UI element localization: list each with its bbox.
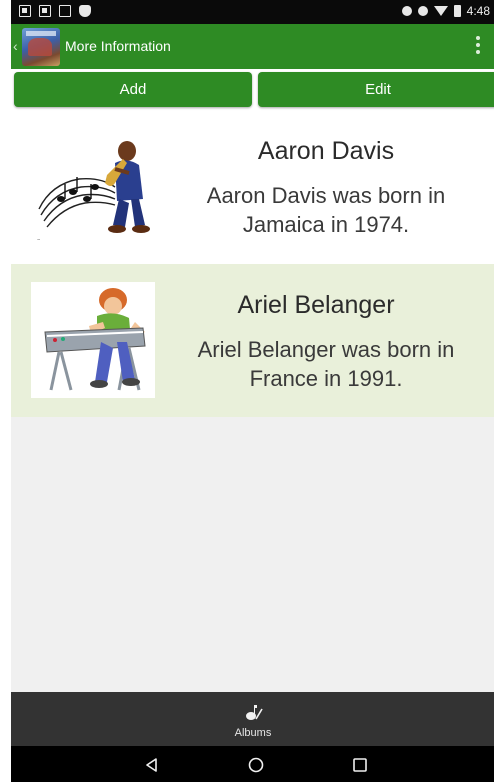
system-nav-bar xyxy=(11,746,494,782)
android-icon xyxy=(79,5,91,17)
overflow-menu-icon[interactable] xyxy=(476,36,480,54)
system-icons: 4:48 xyxy=(401,4,490,18)
artist-list: ~ Aaron Davis Aaron Davis was born in Ja… xyxy=(11,111,494,417)
music-note-icon xyxy=(246,705,263,720)
list-item[interactable]: Ariel Belanger Ariel Belanger was born i… xyxy=(11,264,494,417)
app-bar: ‹ More Information xyxy=(11,24,494,69)
add-button[interactable]: Add xyxy=(14,72,252,107)
clock: 4:48 xyxy=(466,4,490,18)
artist-description: Aaron Davis was born in Jamaica in 1974. xyxy=(206,183,446,237)
artist-name: Ariel Belanger xyxy=(237,291,395,319)
gmail-icon xyxy=(19,5,31,17)
recents-square-icon[interactable] xyxy=(349,754,371,776)
tab-label: Albums xyxy=(234,727,272,739)
app-screen: 4:48 ‹ More Information Add Edit ~ Aaron… xyxy=(11,0,494,782)
image-icon xyxy=(39,5,51,17)
page-title: More Information xyxy=(65,38,171,54)
action-bar: Add Edit xyxy=(11,69,494,111)
sd-card-icon xyxy=(59,5,71,17)
wifi-icon xyxy=(433,6,448,16)
bottom-tab-bar: Albums xyxy=(11,692,494,746)
back-icon[interactable]: ‹ xyxy=(13,38,18,54)
svg-text:~: ~ xyxy=(37,237,40,242)
album-cover-logo[interactable] xyxy=(22,28,60,66)
saxophone-player-illustration: ~ xyxy=(31,129,155,245)
list-item[interactable]: ~ Aaron Davis Aaron Davis was born in Ja… xyxy=(11,111,494,264)
location-icon xyxy=(401,6,412,16)
home-circle-icon[interactable] xyxy=(245,754,267,776)
back-triangle-icon[interactable] xyxy=(141,754,163,776)
edit-button[interactable]: Edit xyxy=(258,72,494,107)
artist-description: Ariel Belanger was born in France in 199… xyxy=(197,337,455,391)
notification-icons xyxy=(19,5,91,17)
dnd-icon xyxy=(417,6,428,16)
battery-icon xyxy=(453,5,461,17)
keyboard-player-illustration xyxy=(31,282,155,398)
artist-name: Aaron Davis xyxy=(257,137,395,165)
tab-albums[interactable]: Albums xyxy=(222,692,284,746)
status-bar: 4:48 xyxy=(11,0,494,24)
